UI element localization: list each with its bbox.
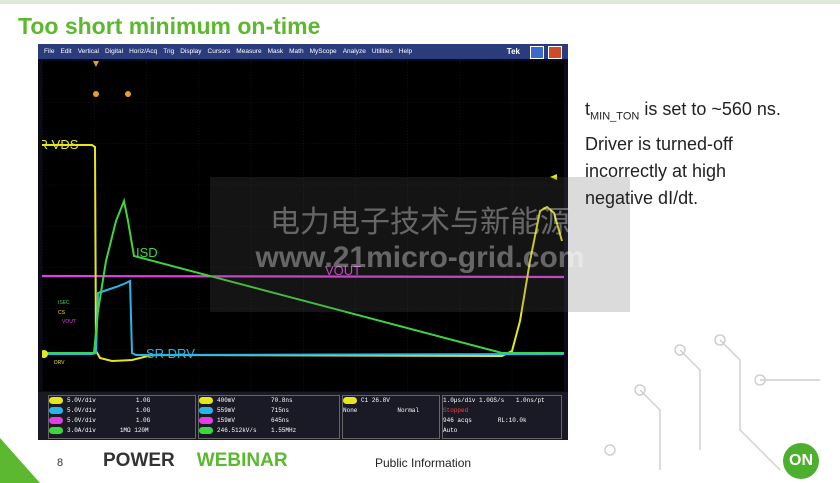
menu-cursors[interactable]: Cursors [208,48,231,55]
menu-analyze[interactable]: Analyze [343,48,366,55]
menu-file[interactable]: File [44,48,54,55]
watermark: 电力电子技术与新能源 www.21micro-grid.com [210,177,630,312]
label-sr-drv: SR DRV [146,346,195,361]
channel-3-row: 5.0V/div 1.0G [49,416,195,426]
menu-trig[interactable]: Trig [163,48,174,55]
label-isec: ISEC [58,300,70,306]
timebase-box[interactable]: 1.0µs/div 1.0GS/s 1.0ns/pt Stopped 946 a… [442,395,562,439]
measurements-box[interactable]: 400mV 70.8ns 559mV 715ns 159mV 645ns 246.51… [198,395,340,439]
on-semiconductor-logo: ON [783,443,819,479]
menu-mask[interactable]: Mask [268,48,284,55]
close-button[interactable] [548,46,562,59]
menu-help[interactable]: Help [399,48,412,55]
menu-digital[interactable]: Digital [105,48,123,55]
cursor-marker-1[interactable] [93,91,99,97]
menu-horiz-acq[interactable]: Horiz/Acq [129,48,157,55]
menu-display[interactable]: Display [180,48,201,55]
measurement-panel: 5.0V/div 1.0G 5.0V/div 1.0G 5.0V/div 1.0G 3… [38,392,568,440]
tek-brand: Tek [506,47,520,56]
label-vout-small: VOUT [62,319,76,325]
channel-1-row: 5.0V/div 1.0G [49,396,195,406]
menu-measure[interactable]: Measure [236,48,261,55]
label-drv: DRV [54,360,65,366]
menu-math[interactable]: Math [289,48,303,55]
channel-4-row: 3.0A/div 1MΩ 120M [49,426,195,436]
cursor-marker-2[interactable] [125,91,131,97]
top-accent-line [0,0,840,4]
menu-edit[interactable]: Edit [60,48,71,55]
page-number: 8 [57,457,64,469]
label-sr-vds: SR VDS [42,137,79,152]
public-information-label: Public Information [375,456,472,470]
label-cs: CS [58,310,66,316]
menu-myscope[interactable]: MyScope [310,48,337,55]
power-webinar-logo: POWER WEBINAR [103,450,288,471]
scope-menubar: File Edit Vertical Digital Horiz/Acq Tri… [38,44,568,59]
slide-title: Too short minimum on-time [18,13,321,39]
slide-description: tMIN_TON is set to ~560 ns. Driver is tu… [585,99,781,208]
menu-vertical[interactable]: Vertical [78,48,99,55]
minimize-button[interactable] [530,46,544,59]
menu-utilities[interactable]: Utilities [372,48,393,55]
channel-settings-box[interactable]: 5.0V/div 1.0G 5.0V/div 1.0G 5.0V/div 1.0G 3… [48,395,196,439]
label-isd: ISD [136,245,158,260]
channel-2-row: 5.0V/div 1.0G [49,406,195,416]
trigger-box[interactable]: C1 26.8V None Normal [342,395,440,439]
green-corner-decoration [0,438,40,483]
